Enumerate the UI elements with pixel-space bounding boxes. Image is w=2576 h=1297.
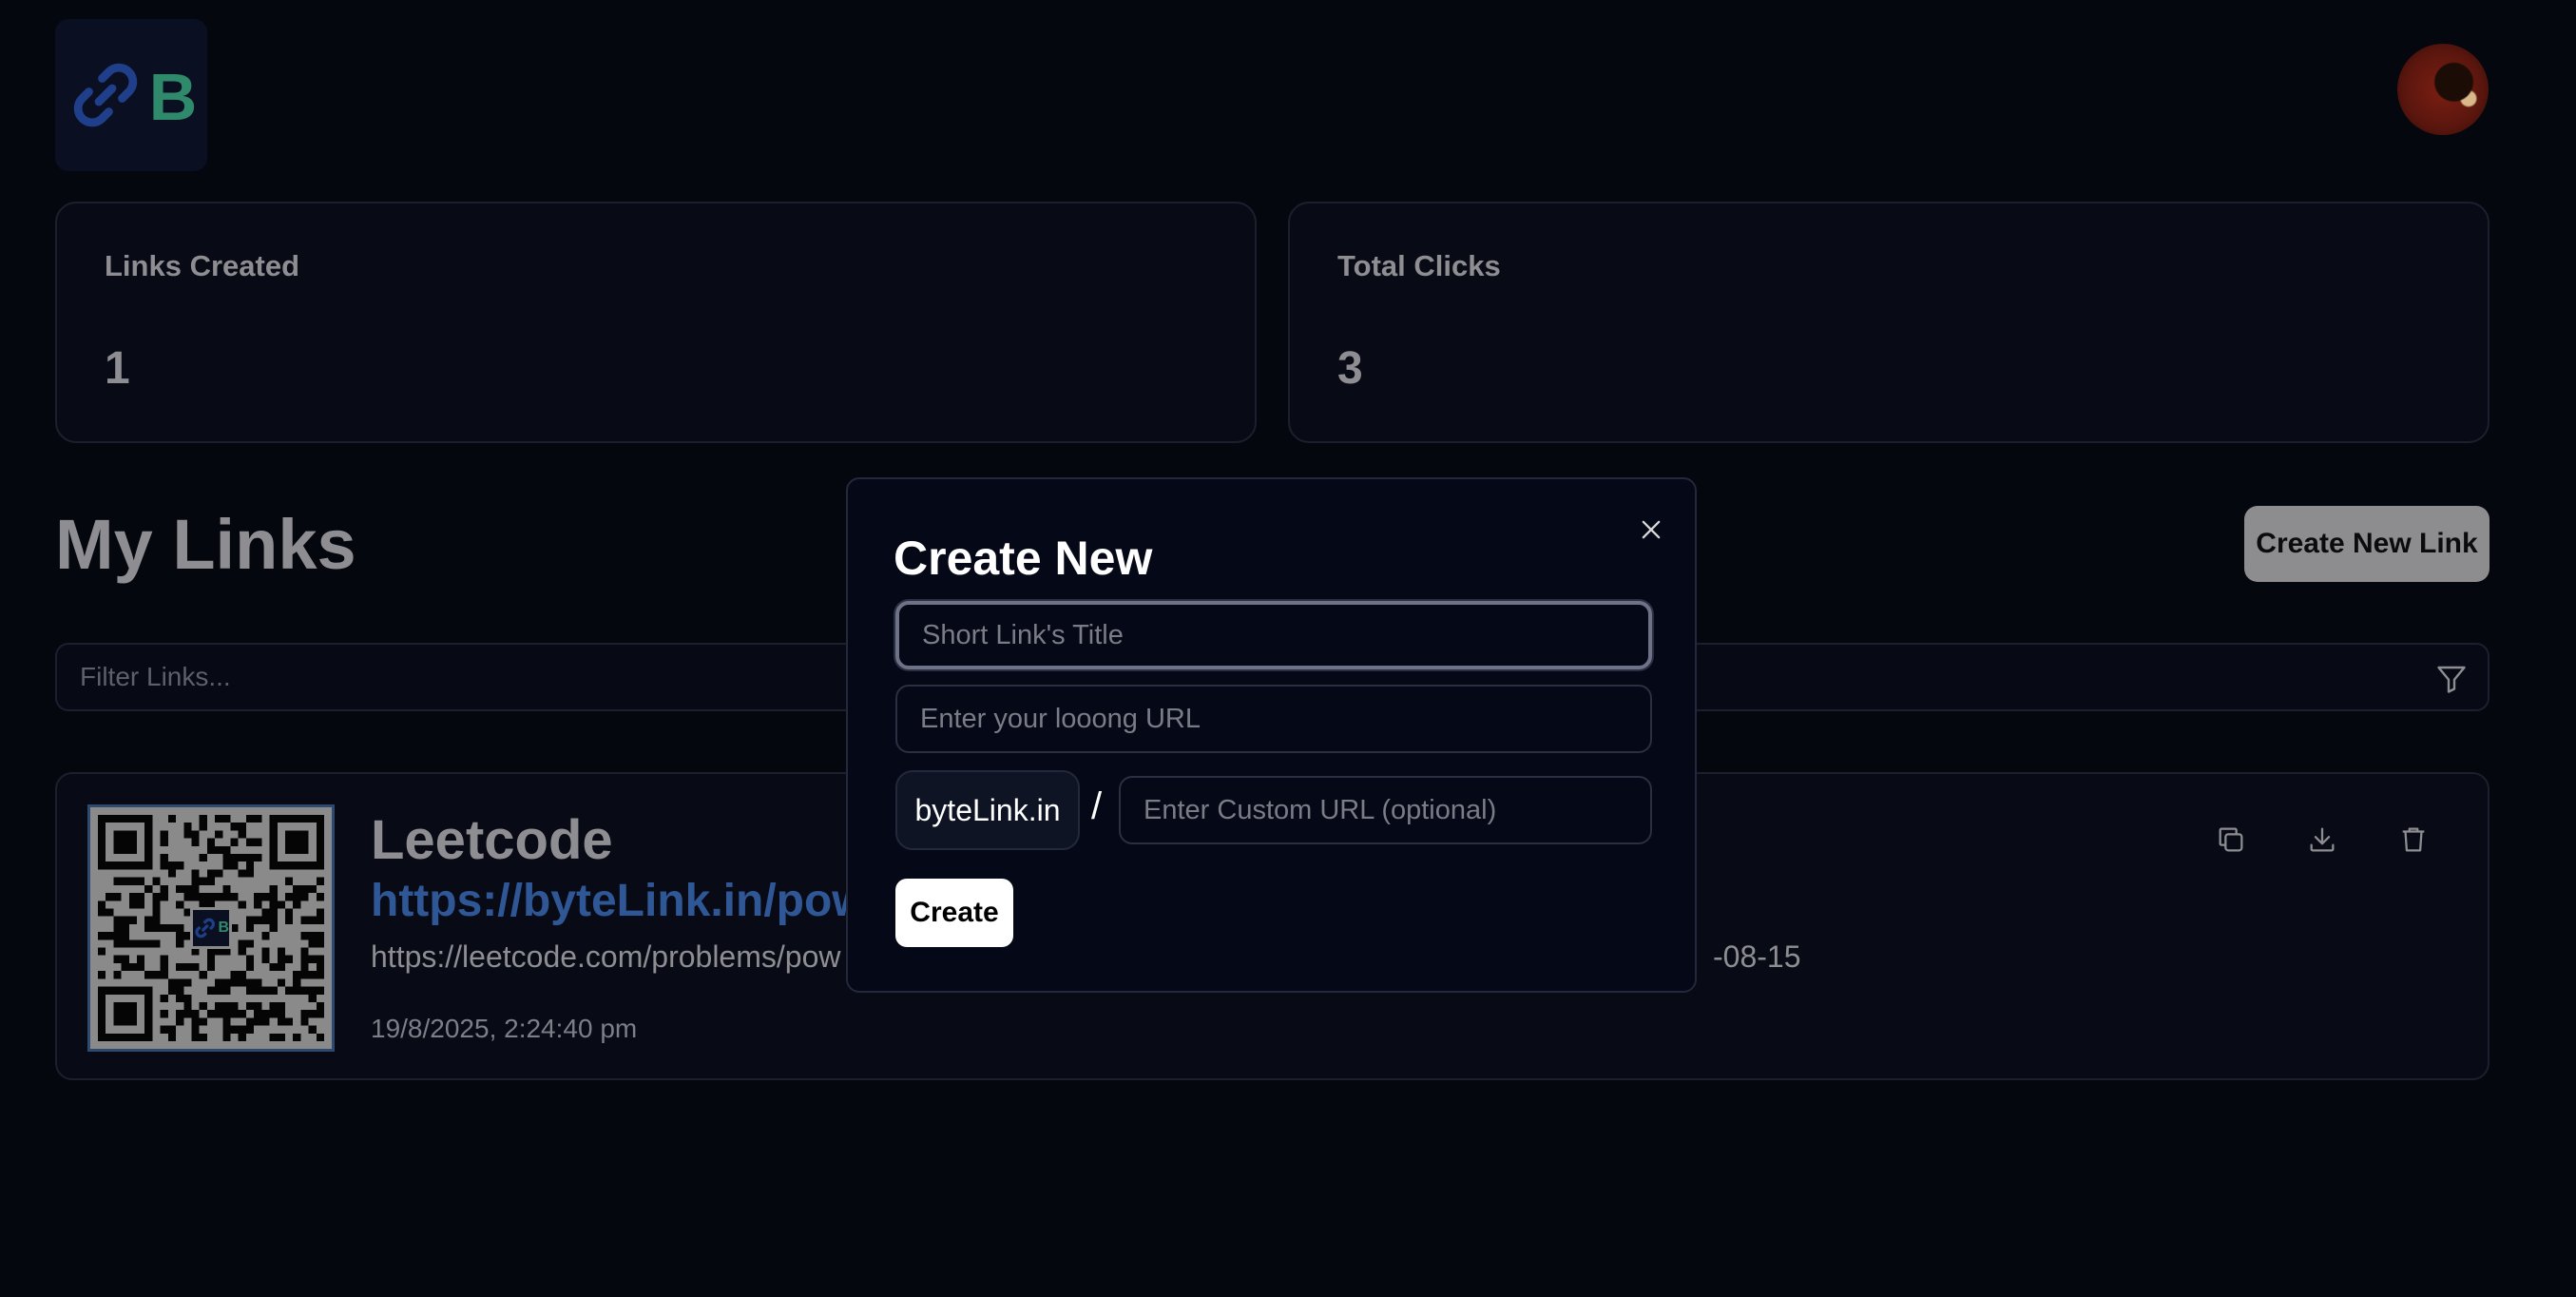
user-avatar[interactable] — [2397, 44, 2489, 135]
qr-logo-letter: B — [218, 920, 229, 936]
create-link-modal: Create New byteLink.in / Create — [846, 477, 1697, 993]
logo-letter: B — [148, 60, 198, 134]
delete-button[interactable] — [2397, 823, 2435, 861]
close-icon — [1642, 520, 1661, 539]
total-clicks-label: Total Clicks — [1337, 249, 1501, 282]
title-input[interactable] — [895, 601, 1652, 669]
total-clicks-value: 3 — [1337, 343, 1363, 394]
created-date: 19/8/2025, 2:24:40 pm — [371, 1014, 638, 1043]
copy-button[interactable] — [2215, 823, 2253, 861]
filter-icon[interactable] — [2434, 662, 2469, 696]
original-url: https://leetcode.com/problems/pow — [371, 939, 841, 974]
dashboard-page: B Links Created 1 Total Clicks 3 My Link… — [0, 0, 2576, 1297]
copy-icon — [2219, 827, 2243, 852]
short-url-link[interactable]: https://byteLink.in/pow — [371, 875, 868, 927]
links-created-card: Links Created 1 — [55, 202, 1257, 443]
total-clicks-card: Total Clicks 3 — [1288, 202, 2489, 443]
qr-logo: B — [190, 907, 232, 949]
app-logo[interactable]: B — [55, 19, 207, 171]
domain-prefix: byteLink.in — [895, 770, 1080, 850]
link-title: Leetcode — [371, 809, 613, 871]
link-chain-icon — [73, 63, 137, 127]
url-separator: / — [1091, 785, 1103, 827]
download-button[interactable] — [2306, 823, 2344, 861]
long-url-input[interactable] — [895, 685, 1652, 753]
original-url-tail: -08-15 — [1713, 939, 1801, 974]
trash-icon — [2402, 827, 2425, 852]
download-icon — [2310, 827, 2335, 852]
create-button[interactable]: Create — [895, 879, 1013, 947]
close-button[interactable] — [1633, 512, 1669, 548]
link-chain-icon — [195, 918, 216, 939]
modal-title: Create New — [894, 532, 1153, 585]
custom-url-input[interactable] — [1119, 776, 1652, 844]
links-created-label: Links Created — [105, 249, 300, 282]
create-new-link-button[interactable]: Create New Link — [2244, 506, 2489, 582]
qr-code[interactable]: B — [87, 804, 335, 1052]
section-title: My Links — [55, 505, 356, 584]
links-created-value: 1 — [105, 343, 130, 394]
